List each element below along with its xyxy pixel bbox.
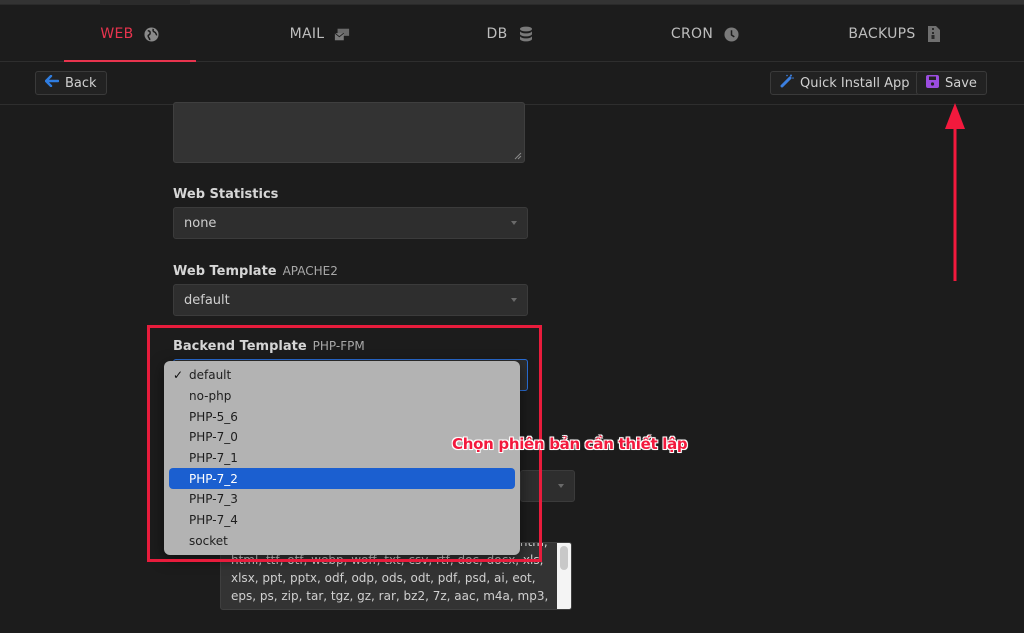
custom-textarea[interactable] — [173, 102, 525, 163]
tab-mail[interactable]: MAIL — [260, 6, 380, 62]
web-template-value: default — [184, 292, 230, 308]
back-button-label: Back — [65, 75, 97, 91]
tab-web[interactable]: WEB — [64, 6, 196, 62]
back-button[interactable]: Back — [35, 71, 107, 95]
tab-backups[interactable]: BACKUPS — [830, 6, 960, 62]
action-toolbar: Back Quick Install App Save — [0, 63, 1024, 105]
resize-handle-icon[interactable] — [514, 152, 522, 160]
checkmark-icon: ✓ — [173, 368, 184, 383]
arrow-left-icon — [44, 74, 60, 91]
globe-icon — [144, 26, 160, 42]
browser-top-strip — [0, 0, 1024, 5]
dropdown-option[interactable]: no-php — [164, 386, 520, 407]
database-icon — [518, 26, 534, 42]
backend-template-dropdown: ✓ default no-php PHP-5_6 PHP-7_0 PHP-7_1 … — [164, 361, 520, 555]
chevron-down-icon — [511, 298, 517, 302]
annotation-arrow-icon — [945, 103, 965, 281]
scrollbar-thumb[interactable] — [560, 546, 568, 570]
envelopes-icon — [334, 26, 350, 42]
dropdown-option[interactable]: socket — [164, 531, 520, 552]
tab-db-label: DB — [486, 26, 508, 42]
dropdown-option[interactable]: PHP-7_3 — [164, 489, 520, 510]
clock-icon — [723, 26, 739, 42]
chevron-down-icon — [511, 221, 517, 225]
web-template-label: Web Template APACHE2 — [173, 264, 338, 279]
hidden-select-behind-dropdown[interactable] — [520, 470, 575, 502]
web-template-sub: APACHE2 — [282, 264, 338, 278]
magic-wand-icon — [780, 74, 794, 92]
tab-web-label: WEB — [100, 26, 134, 42]
dropdown-option-highlighted[interactable]: PHP-7_2 — [169, 468, 515, 490]
save-button[interactable]: Save — [916, 71, 987, 95]
tab-mail-label: MAIL — [289, 26, 325, 42]
backend-template-label: Backend Template PHP-FPM — [173, 339, 365, 354]
tab-cron[interactable]: CRON — [650, 6, 760, 62]
web-template-select[interactable]: default — [173, 284, 528, 316]
main-tab-bar: WEB MAIL DB CRON BACKUPS — [0, 6, 1024, 62]
dropdown-option[interactable]: PHP-7_4 — [164, 510, 520, 531]
floppy-disk-icon — [926, 74, 939, 92]
chevron-down-icon — [558, 484, 564, 488]
annotation-text: Chọn phiên bản cần thiết lập — [452, 435, 688, 453]
file-archive-icon — [926, 26, 942, 42]
quick-install-app-label: Quick Install App — [800, 75, 910, 91]
quick-install-app-button[interactable]: Quick Install App — [770, 71, 920, 95]
dropdown-option[interactable]: ✓ default — [164, 365, 520, 386]
browser-tab-segment — [100, 0, 190, 5]
web-statistics-select[interactable]: none — [173, 207, 528, 239]
backend-template-sub: PHP-FPM — [312, 339, 365, 353]
web-statistics-value: none — [184, 215, 217, 231]
form-content: Web Statistics none Web Template APACHE2 … — [0, 102, 1024, 633]
dropdown-option[interactable]: PHP-5_6 — [164, 406, 520, 427]
save-button-label: Save — [945, 75, 977, 91]
tab-backups-label: BACKUPS — [848, 26, 916, 42]
tab-cron-label: CRON — [670, 26, 714, 42]
web-statistics-label: Web Statistics — [173, 187, 279, 202]
tab-db[interactable]: DB — [460, 6, 560, 62]
scrollbar[interactable] — [557, 543, 571, 609]
